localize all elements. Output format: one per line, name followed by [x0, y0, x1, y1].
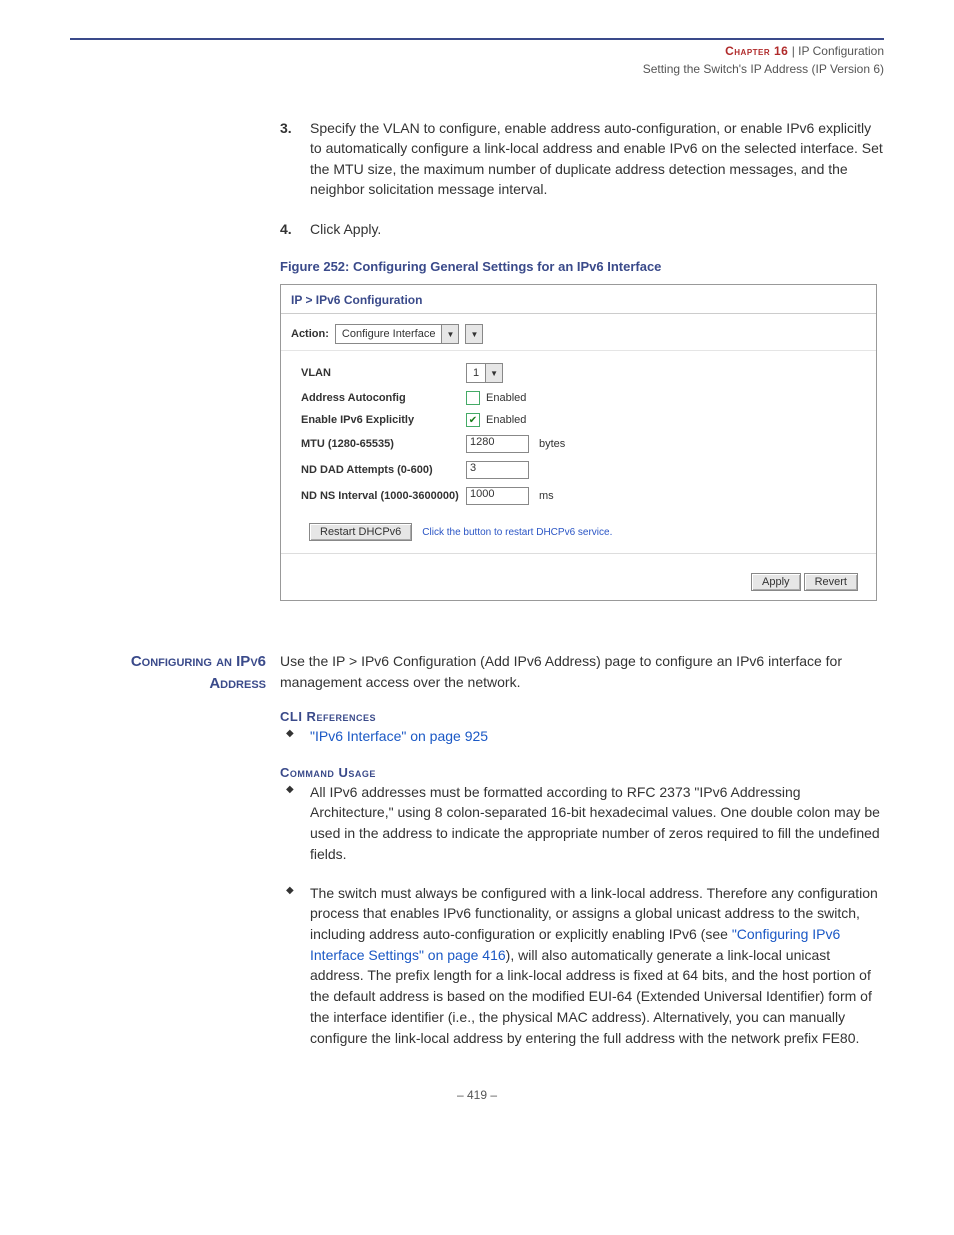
- vlan-label: VLAN: [301, 367, 466, 379]
- action-label: Action:: [291, 328, 329, 340]
- section-intro: Use the IP > IPv6 Configuration (Add IPv…: [280, 651, 884, 692]
- autoconfig-label: Address Autoconfig: [301, 392, 466, 404]
- dad-input[interactable]: 3: [466, 461, 529, 479]
- dad-label: ND DAD Attempts (0-600): [301, 464, 466, 476]
- section-side-heading: Configuring an IPv6 Address: [70, 651, 280, 695]
- list-item: "IPv6 Interface" on page 925: [280, 726, 884, 747]
- command-usage-heading: Command Usage: [280, 765, 884, 780]
- step-4: 4. Click Apply.: [280, 219, 884, 239]
- header-subtitle: Setting the Switch's IP Address (IP Vers…: [70, 60, 884, 78]
- chapter-title: IP Configuration: [798, 44, 884, 58]
- chevron-down-icon: ▼: [485, 364, 502, 382]
- chapter-label: Chapter 16: [725, 44, 788, 58]
- vlan-select[interactable]: 1 ▼: [466, 363, 503, 383]
- chevron-down-icon[interactable]: ▼: [465, 324, 483, 344]
- figure-caption: Figure 252: Configuring General Settings…: [280, 259, 884, 274]
- mtu-label: MTU (1280-65535): [301, 438, 466, 450]
- autoconfig-checkbox[interactable]: [466, 391, 480, 405]
- explicit-checkbox[interactable]: ✔: [466, 413, 480, 427]
- list-item: All IPv6 addresses must be formatted acc…: [280, 782, 884, 865]
- list-item: The switch must always be configured wit…: [280, 883, 884, 1049]
- apply-button[interactable]: Apply: [751, 573, 801, 591]
- ns-label: ND NS Interval (1000-3600000): [301, 490, 466, 502]
- screenshot-title: IP > IPv6 Configuration: [281, 285, 876, 311]
- explicit-label: Enable IPv6 Explicitly: [301, 414, 466, 426]
- revert-button[interactable]: Revert: [804, 573, 858, 591]
- mtu-input[interactable]: 1280: [466, 435, 529, 453]
- ns-input[interactable]: 1000: [466, 487, 529, 505]
- cli-references-heading: CLI References: [280, 709, 884, 724]
- cli-reference-link[interactable]: "IPv6 Interface" on page 925: [310, 728, 488, 744]
- step-3: 3. Specify the VLAN to configure, enable…: [280, 118, 884, 199]
- action-select[interactable]: Configure Interface ▼: [335, 324, 460, 344]
- embedded-screenshot: IP > IPv6 Configuration Action: Configur…: [280, 284, 877, 601]
- page-header: Chapter 16 | IP Configuration Setting th…: [70, 42, 884, 78]
- restart-hint: Click the button to restart DHCPv6 servi…: [422, 527, 612, 538]
- chevron-down-icon: ▼: [441, 325, 458, 343]
- page-number: – 419 –: [70, 1088, 884, 1102]
- restart-dhcpv6-button[interactable]: Restart DHCPv6: [309, 523, 412, 541]
